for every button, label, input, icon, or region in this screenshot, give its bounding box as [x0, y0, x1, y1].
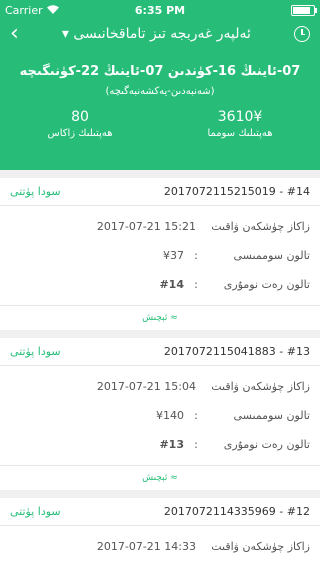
order-status: سودا پۈتتى [10, 185, 61, 198]
weekly-count-value: 80 [71, 109, 89, 125]
order-time-row: 2017-07-21 15:04 زاكاز چۈشكەن ۋاقىت [10, 372, 310, 401]
order-time-value: 2017-07-21 15:21 [96, 220, 196, 233]
coupon-amount-row: ¥37 : تالون سوممىسى [10, 241, 310, 270]
weekly-count-label: ھەپتىلىك زاكاس [47, 128, 113, 139]
coupon-number-row: #14 : تالون رەت نومۇرى [10, 270, 310, 299]
clock-time: 6:35 PM [134, 3, 186, 17]
expand-button[interactable]: ئېچىش ≈ [0, 305, 320, 330]
coupon-number-label: تالون رەت نومۇرى [223, 438, 310, 451]
date-range: 07-ئاينىڭ 16-كۈندىن 07-ئاينىڭ 22-كۈنىگىچ… [19, 64, 301, 79]
coupon-amount-value: ¥140 [156, 409, 184, 422]
order-time-row: 2017-07-21 15:21 زاكاز چۈشكەن ۋاقىت [10, 212, 310, 241]
summary-header: Carrier 6:35 PM ‹ ئەلپەر غەربجە تىز تاما… [0, 0, 320, 170]
coupon-number-value: #13 [159, 438, 184, 451]
back-chevron-icon[interactable]: ‹ [10, 23, 19, 45]
order-time-row: 2017-07-21 14:33 زاكاز چۈشكەن ۋاقىت [10, 532, 310, 561]
order-status: سودا پۈتتى [10, 345, 61, 358]
order-card[interactable]: سودا پۈتتى 2017072115041883 - #13 2017-0… [0, 338, 320, 490]
order-time-value: 2017-07-21 14:33 [96, 540, 196, 553]
order-id: 2017072115041883 - #13 [163, 345, 310, 358]
restaurant-selector[interactable]: ئەلپەر غەربجە تىز تاماقخانىسى ▾ [62, 26, 251, 42]
weekly-count-stat: 80 ھەپتىلىك زاكاس [0, 109, 160, 139]
date-range-subtitle: (شەنبەدىن-يەكشەنبەگىچە) [105, 86, 215, 97]
coupon-amount-row: ¥140 : تالون سوممىسى [10, 401, 310, 430]
coupon-number-row: #13 : تالون رەت نومۇرى [10, 430, 310, 459]
coupon-amount-label: تالون سوممىسى [233, 409, 310, 422]
weekly-stats: 80 ھەپتىلىك زاكاس 3610¥ ھەپتىلىك سومما [0, 109, 320, 139]
weekly-amount-label: ھەپتىلىك سومما [207, 128, 273, 139]
order-card-header: سودا پۈتتى 20170721152150​19 - #14 [0, 178, 320, 206]
order-time-label: زاكاز چۈشكەن ۋاقىت [211, 540, 310, 553]
history-clock-icon[interactable] [294, 26, 310, 42]
expand-button[interactable]: ئېچىش ≈ [0, 465, 320, 490]
battery-icon [291, 4, 317, 16]
order-card[interactable]: سودا پۈتتى 2017072114335969 - #12 2017-0… [0, 498, 320, 586]
coupon-number-value: #14 [159, 278, 184, 291]
order-card-header: سودا پۈتتى 2017072114335969 - #12 [0, 498, 320, 526]
order-time-value: 2017-07-21 15:04 [96, 380, 196, 393]
order-time-label: زاكاز چۈشكەن ۋاقىت [211, 220, 310, 233]
nav-bar: ‹ ئەلپەر غەربجە تىز تاماقخانىسى ▾ [0, 20, 320, 48]
coupon-number-label: تالون رەت نومۇرى [223, 278, 310, 291]
order-id: 20170721152150​19 - #14 [163, 185, 310, 198]
order-status: سودا پۈتتى [10, 505, 61, 518]
weekly-amount-value: 3610¥ [217, 109, 263, 125]
order-id: 2017072114335969 - #12 [163, 505, 310, 518]
weekly-amount-stat: 3610¥ ھەپتىلىك سومما [160, 109, 320, 139]
coupon-amount-value: ¥37 [163, 249, 184, 262]
status-bar: Carrier 6:35 PM [0, 0, 320, 20]
order-time-label: زاكاز چۈشكەن ۋاقىت [211, 380, 310, 393]
order-card-header: سودا پۈتتى 2017072115041883 - #13 [0, 338, 320, 366]
coupon-amount-label: تالون سوممىسى [233, 249, 310, 262]
order-card[interactable]: سودا پۈتتى 20170721152150​19 - #14 2017-… [0, 178, 320, 330]
